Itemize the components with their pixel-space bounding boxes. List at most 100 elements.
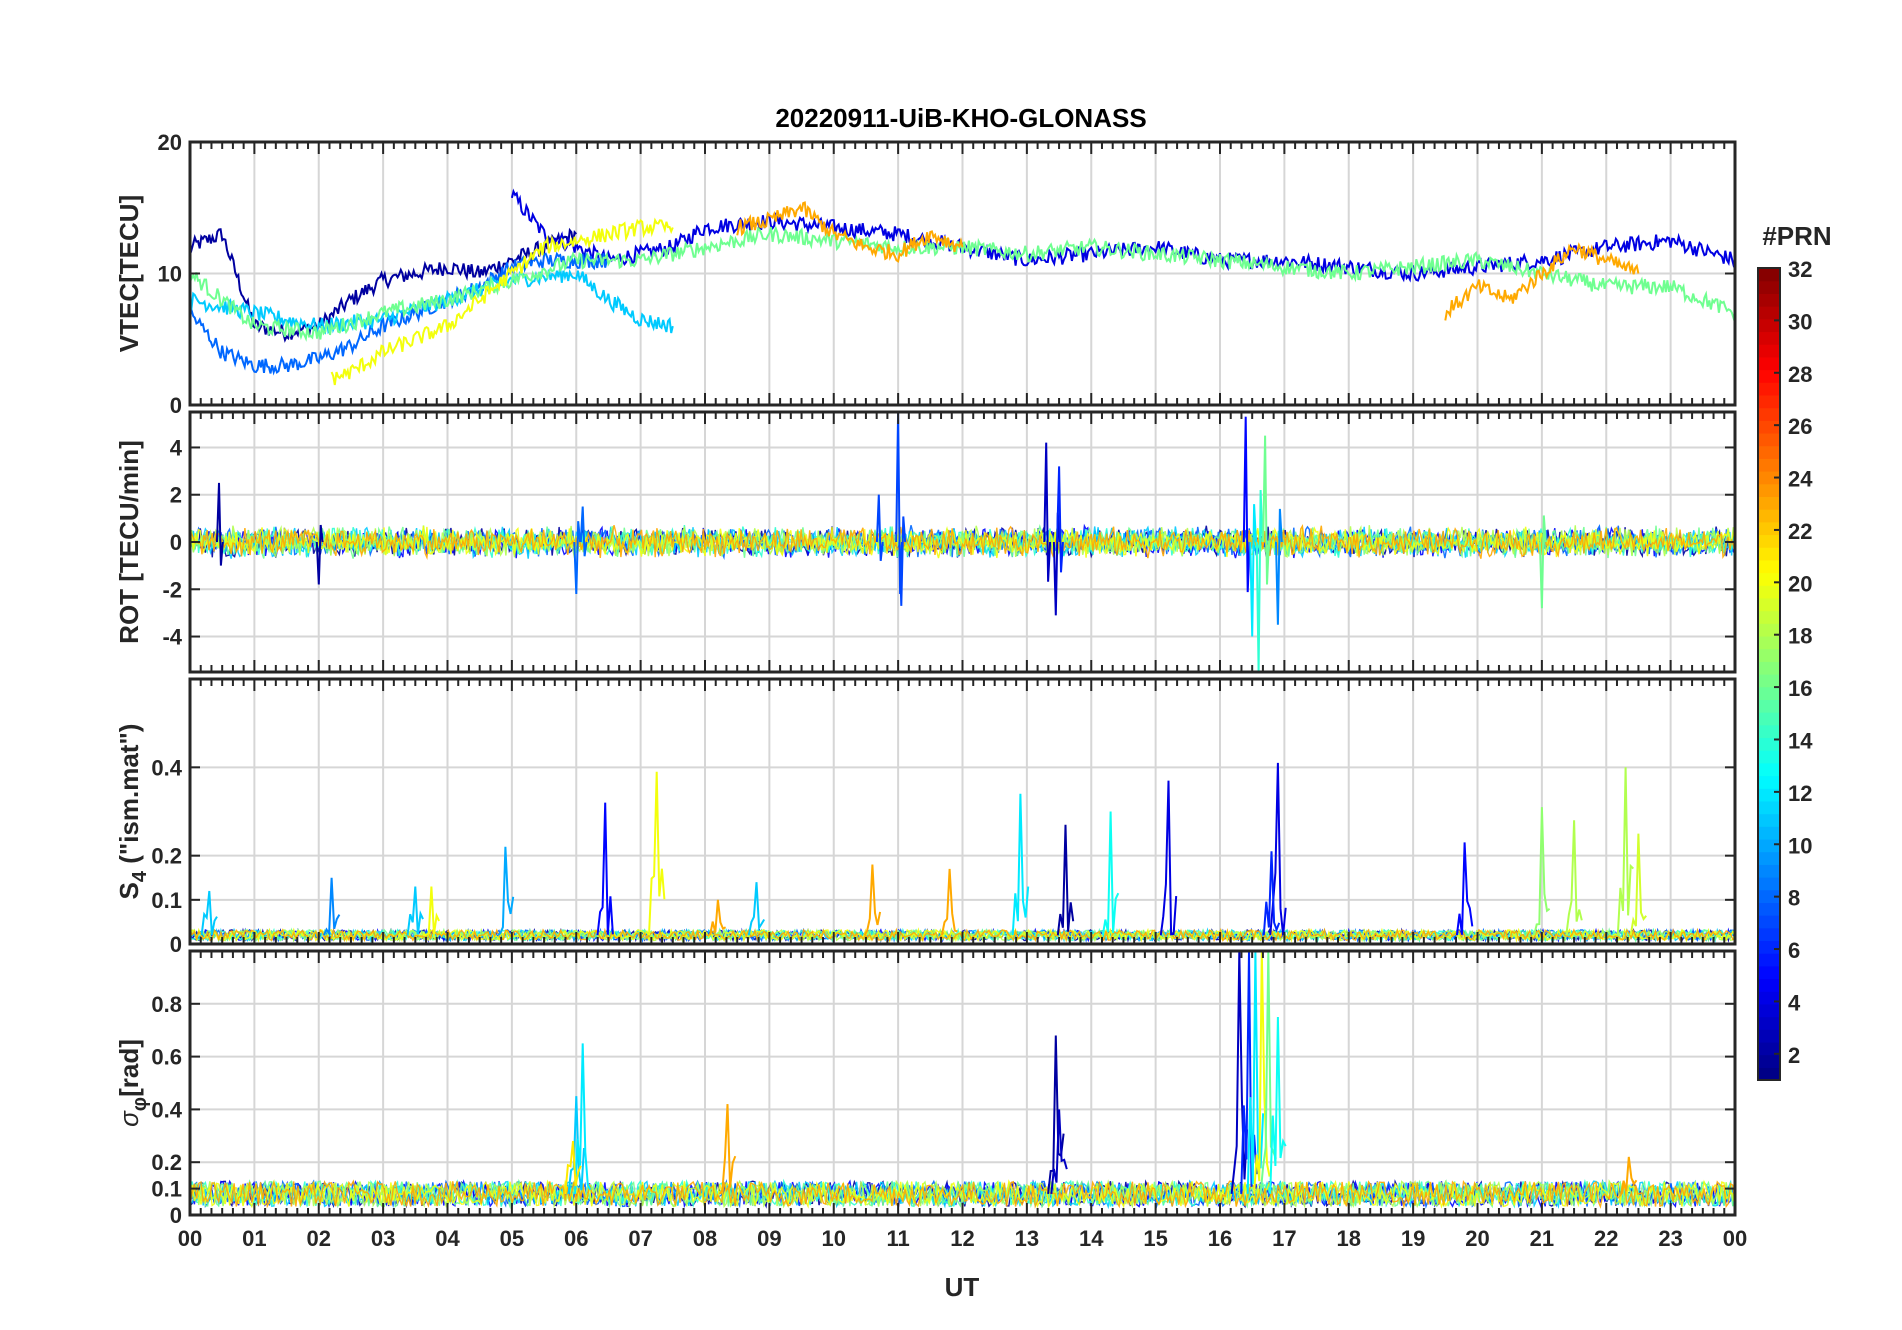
y-tick-label: 20 <box>158 130 182 155</box>
y-axis-label-subscript: φ <box>129 1097 151 1111</box>
x-tick-label: 15 <box>1143 1226 1167 1251</box>
panel-vtec: 0 10 20 VTEC[TECU] <box>114 130 1737 418</box>
colorbar-segment <box>1758 788 1780 802</box>
colorbar-tick-label: 28 <box>1788 362 1812 387</box>
figure-title: 20220911-UiB-KHO-GLONASS <box>775 103 1146 133</box>
colorbar-segment <box>1758 978 1780 992</box>
x-tick-label: 06 <box>564 1226 588 1251</box>
colorbar-segment <box>1758 534 1780 548</box>
y-tick-label: 0.2 <box>151 1150 182 1175</box>
colorbar-tick-label: 6 <box>1788 938 1800 963</box>
y-tick-label: 0 <box>170 530 182 555</box>
colorbar-segment <box>1758 813 1780 827</box>
colorbar-segment <box>1758 750 1780 764</box>
colorbar-segment <box>1758 902 1780 916</box>
colorbar-segment <box>1758 991 1780 1005</box>
panel-sigma_phi: 00.10.2 0.4 0.6 0.8 σφ[rad] <box>114 949 1737 1228</box>
colorbar-segment <box>1758 445 1780 459</box>
colorbar-segment <box>1758 331 1780 345</box>
colorbar-segment <box>1758 597 1780 612</box>
y-tick-label: 0.4 <box>151 1097 182 1122</box>
x-tick-label: 00 <box>178 1226 202 1251</box>
colorbar-tick-label: 14 <box>1788 728 1813 753</box>
colorbar-tick-label: 12 <box>1788 781 1812 806</box>
y-tick-label: 2 <box>170 483 182 508</box>
y-tick-label: -4 <box>162 625 182 650</box>
colorbar-segment <box>1758 382 1780 396</box>
colorbar-segment <box>1758 293 1780 307</box>
colorbar-segment <box>1758 940 1780 954</box>
colorbar-segment <box>1758 635 1780 650</box>
colorbar-segment <box>1758 369 1780 383</box>
colorbar-segment <box>1758 420 1780 434</box>
y-axis-label-main: S <box>114 882 144 899</box>
colorbar-segment <box>1758 762 1780 777</box>
colorbar-segment <box>1758 965 1780 980</box>
colorbar-segment <box>1758 724 1780 739</box>
x-tick-label: 20 <box>1465 1226 1489 1251</box>
colorbar-segment <box>1758 344 1780 358</box>
x-tick-label: 22 <box>1594 1226 1618 1251</box>
colorbar-segment <box>1758 610 1780 624</box>
x-tick-label: 16 <box>1208 1226 1232 1251</box>
y-tick-label: 0 <box>170 393 182 418</box>
y-tick-label: 0 <box>170 1203 182 1228</box>
x-tick-label: 09 <box>757 1226 781 1251</box>
panel-s4: 00.10.20.4S4 ("ism.mat") <box>114 677 1737 957</box>
y-axis-label-rest: [rad] <box>114 1039 144 1097</box>
colorbar-segment <box>1758 838 1780 853</box>
colorbar-segment <box>1758 432 1780 447</box>
colorbar-tick-label: 32 <box>1788 257 1812 282</box>
panels: 01020VTEC[TECU]-4-2024ROT [TECU/min]00.1… <box>114 130 1737 1228</box>
colorbar-segment <box>1758 864 1780 878</box>
colorbar-segment <box>1758 306 1780 320</box>
colorbar-tick-label: 10 <box>1788 833 1812 858</box>
x-tick-label: 00 <box>1723 1226 1747 1251</box>
colorbar-segment <box>1758 712 1780 726</box>
x-axis-label: UT <box>945 1272 980 1302</box>
colorbar-segment <box>1758 521 1780 536</box>
x-tick-label: 13 <box>1015 1226 1039 1251</box>
y-axis-label-main: σ <box>114 1110 144 1127</box>
colorbar-segment <box>1758 953 1780 967</box>
colorbar-segment <box>1758 915 1780 929</box>
colorbar-segment <box>1758 407 1780 421</box>
colorbar-segment <box>1758 826 1780 840</box>
y-tick-label: 0.6 <box>151 1045 182 1070</box>
x-tick-label: 21 <box>1530 1226 1554 1251</box>
x-tick-label: 23 <box>1658 1226 1682 1251</box>
colorbar-segment <box>1758 877 1780 891</box>
colorbar-segment <box>1758 1003 1780 1018</box>
y-tick-label: 0.2 <box>151 844 182 869</box>
y-axis-label-rest: ("ism.mat") <box>114 724 144 871</box>
colorbar-segment <box>1758 458 1780 472</box>
colorbar-tick-label: 18 <box>1788 624 1812 649</box>
x-tick-label: 14 <box>1079 1226 1104 1251</box>
colorbar-tick-label: 4 <box>1788 990 1801 1015</box>
y-axis-label: VTEC[TECU] <box>114 195 144 352</box>
colorbar-segment <box>1758 1029 1780 1043</box>
colorbar-segment <box>1758 559 1780 574</box>
x-tick-label: 07 <box>628 1226 652 1251</box>
colorbar-segment <box>1758 572 1780 586</box>
colorbar-segment <box>1758 674 1780 688</box>
x-tick-label: 05 <box>500 1226 524 1251</box>
colorbar-segment <box>1758 1067 1780 1081</box>
colorbar-segment <box>1758 1054 1780 1068</box>
colorbar-segment <box>1758 509 1780 523</box>
colorbar-tick-label: 16 <box>1788 676 1812 701</box>
x-tick-label: 08 <box>693 1226 717 1251</box>
y-tick-label: -2 <box>162 577 182 602</box>
colorbar-segment <box>1758 483 1780 497</box>
x-tick-label: 10 <box>822 1226 846 1251</box>
colorbar-segment <box>1758 661 1780 675</box>
colorbar-segment <box>1758 1016 1780 1030</box>
colorbar-segment <box>1758 686 1780 700</box>
panel-rot: -4 -2 0 2 4 ROT [TECU/min] <box>114 410 1737 674</box>
colorbar-segment <box>1758 496 1780 510</box>
colorbar-segment <box>1758 800 1780 815</box>
colorbar-tick-label: 8 <box>1788 886 1800 911</box>
x-tick-label: 01 <box>242 1226 266 1251</box>
colorbar-segment <box>1758 394 1780 409</box>
colorbar-tick-label: 20 <box>1788 571 1812 596</box>
